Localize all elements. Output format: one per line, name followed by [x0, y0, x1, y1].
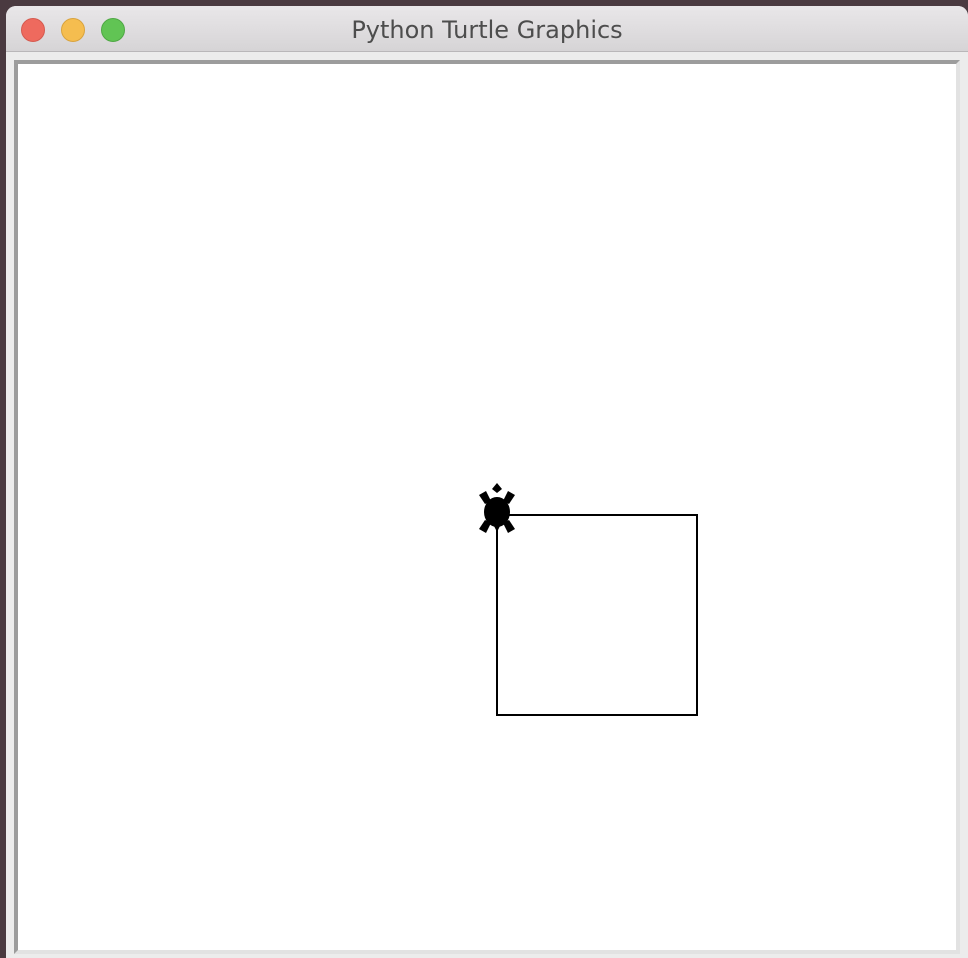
turtle-window: Python Turtle Graphics — [6, 6, 968, 958]
window-title: Python Turtle Graphics — [351, 16, 623, 44]
turtle-canvas[interactable] — [18, 64, 956, 950]
turtle-icon — [479, 483, 515, 533]
turtle-canvas-frame[interactable] — [14, 60, 960, 954]
title-bar[interactable]: Python Turtle Graphics — [6, 6, 968, 52]
drawn-square — [496, 514, 698, 716]
